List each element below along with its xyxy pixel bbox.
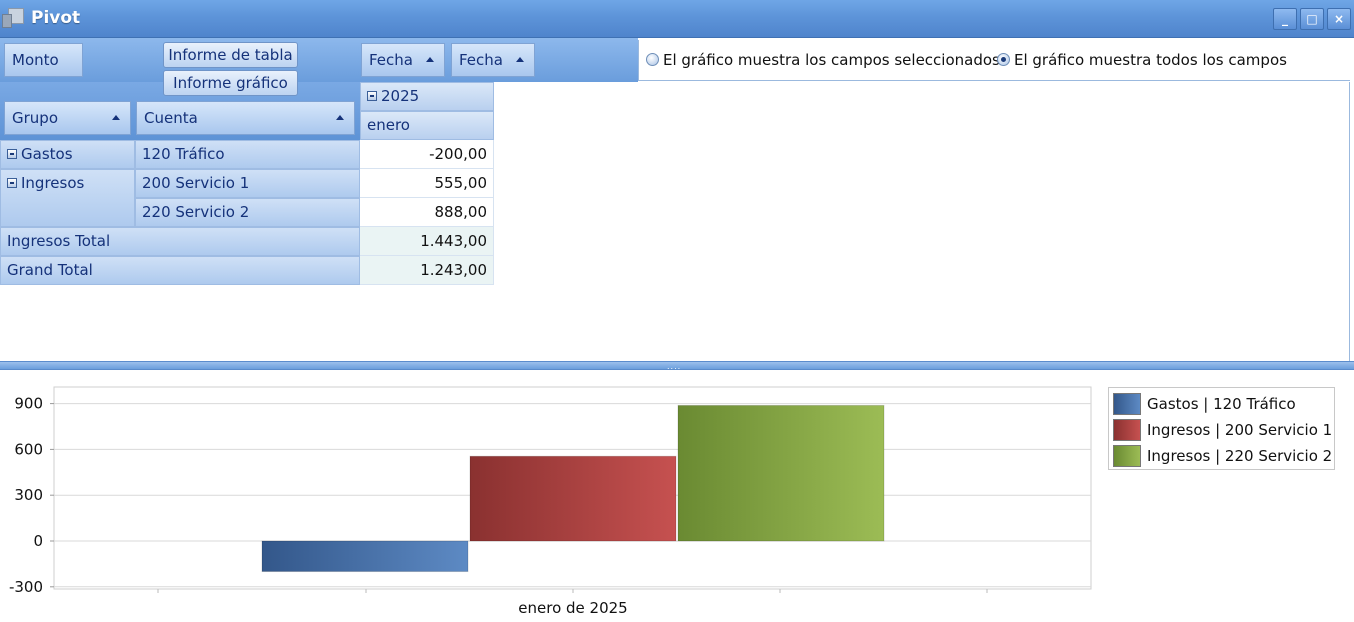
legend-label: Gastos | 120 Tráfico <box>1147 395 1296 413</box>
bar-3 <box>677 404 885 542</box>
column-field-fecha-2[interactable]: Fecha <box>451 43 535 77</box>
sort-ascending-icon <box>516 57 524 62</box>
subtotal-label: Ingresos Total <box>0 227 360 256</box>
window-title: Pivot <box>31 8 81 28</box>
column-field-label: Fecha <box>459 51 503 69</box>
close-button[interactable]: × <box>1327 8 1351 30</box>
legend-swatch <box>1113 393 1141 415</box>
row-group-gastos[interactable]: Gastos <box>0 140 135 169</box>
pivot-header-area <box>0 38 638 82</box>
data-field-label: Monto <box>12 51 59 69</box>
y-tick-label: 0 <box>33 532 43 550</box>
row-field-label: Cuenta <box>144 109 198 127</box>
group-label: Gastos <box>21 145 73 163</box>
grand-total-label: Grand Total <box>0 256 360 285</box>
row-account: 200 Servicio 1 <box>135 169 360 198</box>
sort-ascending-icon <box>426 57 434 62</box>
column-header-month: enero <box>360 111 494 140</box>
chart-report-button[interactable]: Informe gráfico <box>163 70 298 96</box>
window-titlebar: Pivot _ □ × <box>0 0 1354 38</box>
grand-total-value: 1.243,00 <box>360 256 494 285</box>
radio-selected-fields-label: El gráfico muestra los campos selecciona… <box>663 51 1000 69</box>
value-cell: 555,00 <box>360 169 494 198</box>
subtotal-value: 1.443,00 <box>360 227 494 256</box>
column-field-fecha-1[interactable]: Fecha <box>361 43 445 77</box>
legend-swatch <box>1113 445 1141 467</box>
sort-ascending-icon <box>112 115 120 120</box>
legend-label: Ingresos | 220 Servicio 2 <box>1147 447 1333 465</box>
bar-1 <box>261 540 469 573</box>
chart-options-panel: El gráfico muestra los campos selecciona… <box>638 40 1350 81</box>
group-label: Ingresos <box>21 174 85 192</box>
column-header-year[interactable]: 2025 <box>360 82 494 111</box>
legend-label: Ingresos | 200 Servicio 1 <box>1147 421 1333 439</box>
row-group-ingresos[interactable]: Ingresos <box>0 169 135 227</box>
column-field-label: Fecha <box>369 51 413 69</box>
maximize-button[interactable]: □ <box>1300 8 1324 30</box>
row-field-grupo[interactable]: Grupo <box>4 101 131 135</box>
splitter-handle[interactable]: .... <box>0 361 1354 371</box>
row-field-cuenta[interactable]: Cuenta <box>136 101 355 135</box>
row-field-label: Grupo <box>12 109 58 127</box>
data-field-monto[interactable]: Monto <box>4 43 83 77</box>
y-tick-label: 300 <box>14 486 43 504</box>
x-category-label: enero de 2025 <box>518 599 627 617</box>
row-account: 220 Servicio 2 <box>135 198 360 227</box>
bar-chart: 900 600 300 0 -300 enero de 2025 <box>9 386 1092 617</box>
y-tick-label: 600 <box>14 440 43 458</box>
collapse-icon[interactable] <box>367 91 377 101</box>
collapse-icon[interactable] <box>7 149 17 159</box>
table-report-button[interactable]: Informe de tabla <box>163 42 298 68</box>
radio-selected-fields[interactable] <box>646 53 659 66</box>
y-tick-label: -300 <box>9 578 43 596</box>
bar-2 <box>469 455 677 542</box>
collapse-icon[interactable] <box>7 178 17 188</box>
sort-ascending-icon <box>336 115 344 120</box>
chart-legend: Gastos | 120 Tráfico Ingresos | 200 Serv… <box>1108 387 1335 470</box>
value-cell: -200,00 <box>360 140 494 169</box>
year-label: 2025 <box>381 87 420 105</box>
radio-all-fields-label: El gráfico muestra todos los campos <box>1014 51 1287 69</box>
minimize-button[interactable]: _ <box>1273 8 1297 30</box>
value-cell: 888,00 <box>360 198 494 227</box>
month-label: enero <box>367 116 410 134</box>
legend-swatch <box>1113 419 1141 441</box>
radio-all-fields[interactable] <box>997 53 1010 66</box>
row-account: 120 Tráfico <box>135 140 360 169</box>
app-icon <box>2 8 24 30</box>
panel-border <box>1349 82 1350 362</box>
y-tick-label: 900 <box>14 395 43 413</box>
